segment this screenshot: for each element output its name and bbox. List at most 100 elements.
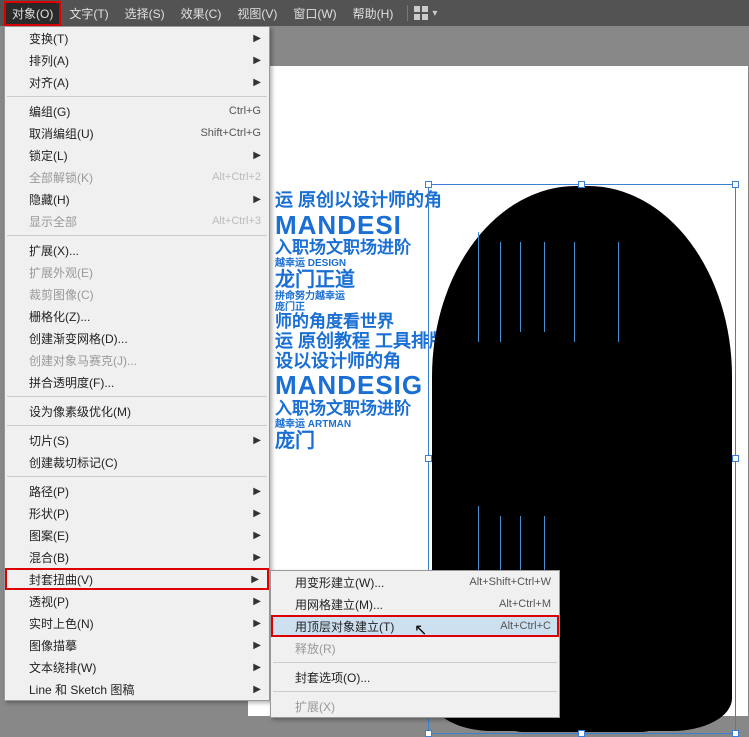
handle-bm[interactable] — [578, 730, 585, 737]
object-menu-item[interactable]: 设为像素级优化(M) — [5, 400, 269, 422]
menu-shortcut: Alt+Ctrl+2 — [212, 171, 261, 183]
object-menu-item[interactable]: 实时上色(N)▶ — [5, 612, 269, 634]
menu-label: 创建对象马赛克(J)... — [29, 352, 261, 369]
object-menu-item: 全部解锁(K) Alt+Ctrl+2 — [5, 166, 269, 188]
menu-view[interactable]: 视图(V) — [229, 1, 285, 26]
object-menu-item[interactable]: 对齐(A)▶ — [5, 71, 269, 93]
object-menu-item[interactable]: 图像描摹▶ — [5, 634, 269, 656]
menu-label: 扩展外观(E) — [29, 264, 261, 281]
handle-tl[interactable] — [425, 181, 432, 188]
menu-shortcut: Ctrl+G — [229, 105, 261, 117]
menu-shortcut: Alt+Ctrl+C — [500, 620, 551, 632]
menu-label: 编组(G) — [29, 103, 209, 120]
chevron-right-icon: ▶ — [253, 662, 261, 673]
guide-line — [544, 242, 545, 332]
guide-line — [520, 242, 521, 332]
object-menu-item[interactable]: 创建渐变网格(D)... — [5, 327, 269, 349]
object-menu-item: 创建对象马赛克(J)... — [5, 349, 269, 371]
menubar: 对象(O) 文字(T) 选择(S) 效果(C) 视图(V) 窗口(W) 帮助(H… — [0, 0, 749, 26]
workspace-icon[interactable] — [414, 6, 428, 20]
chevron-right-icon: ▶ — [251, 574, 259, 585]
handle-tr[interactable] — [732, 181, 739, 188]
envelope-menu-item[interactable]: 用变形建立(W)...Alt+Shift+Ctrl+W — [271, 571, 559, 593]
chevron-down-icon[interactable]: ▾ — [432, 8, 437, 19]
handle-tm[interactable] — [578, 181, 585, 188]
object-menu-item[interactable]: 形状(P)▶ — [5, 502, 269, 524]
chevron-right-icon: ▶ — [253, 77, 261, 88]
object-menu-item[interactable]: Line 和 Sketch 图稿▶ — [5, 678, 269, 700]
chevron-right-icon: ▶ — [253, 618, 261, 629]
object-menu-item[interactable]: 创建裁切标记(C) — [5, 451, 269, 473]
envelope-menu-item[interactable]: 用顶层对象建立(T) Alt+Ctrl+C — [271, 615, 559, 637]
menu-label: 路径(P) — [29, 483, 261, 500]
object-menu-item[interactable]: 图案(E)▶ — [5, 524, 269, 546]
separator — [407, 5, 408, 21]
object-menu-item[interactable]: 栅格化(Z)... — [5, 305, 269, 327]
menu-separator — [273, 662, 557, 663]
chevron-right-icon: ▶ — [253, 640, 261, 651]
menu-label: 变换(T) — [29, 30, 261, 47]
chevron-right-icon: ▶ — [253, 150, 261, 161]
menu-label: 裁剪图像(C) — [29, 286, 261, 303]
menu-type[interactable]: 文字(T) — [61, 1, 116, 26]
envelope-menu-item[interactable]: 用网格建立(M)...Alt+Ctrl+M — [271, 593, 559, 615]
menu-label: 混合(B) — [29, 549, 261, 566]
menu-label: 取消编组(U) — [29, 125, 180, 142]
menu-label: 用顶层对象建立(T) — [295, 618, 480, 635]
menu-label: 拼合透明度(F)... — [29, 374, 261, 391]
menu-label: 文本绕排(W) — [29, 659, 261, 676]
object-menu-item[interactable]: 取消编组(U) Shift+Ctrl+G — [5, 122, 269, 144]
menu-select[interactable]: 选择(S) — [117, 1, 173, 26]
guide-line — [574, 242, 575, 342]
object-menu-item[interactable]: 拼合透明度(F)... — [5, 371, 269, 393]
menu-shortcut: Alt+Shift+Ctrl+W — [469, 576, 551, 588]
menu-window[interactable]: 窗口(W) — [285, 1, 344, 26]
object-menu-item[interactable]: 变换(T)▶ — [5, 27, 269, 49]
menu-label: 栅格化(Z)... — [29, 308, 261, 325]
handle-ml[interactable] — [425, 455, 432, 462]
object-menu-item[interactable]: 混合(B)▶ — [5, 546, 269, 568]
menu-shortcut: Alt+Ctrl+M — [499, 598, 551, 610]
menu-help[interactable]: 帮助(H) — [345, 1, 402, 26]
menu-label: 创建渐变网格(D)... — [29, 330, 261, 347]
handle-br[interactable] — [732, 730, 739, 737]
menu-separator — [7, 396, 267, 397]
chevron-right-icon: ▶ — [253, 596, 261, 607]
guide-line — [500, 242, 501, 342]
menu-shortcut: Shift+Ctrl+G — [200, 127, 261, 139]
menu-separator — [7, 476, 267, 477]
menu-label: 扩展(X) — [295, 698, 551, 715]
menu-label: 创建裁切标记(C) — [29, 454, 261, 471]
menu-label: 切片(S) — [29, 432, 261, 449]
envelope-menu-item[interactable]: 封套选项(O)... — [271, 666, 559, 688]
object-menu-item[interactable]: 排列(A)▶ — [5, 49, 269, 71]
object-menu-item: 显示全部Alt+Ctrl+3 — [5, 210, 269, 232]
object-menu-item[interactable]: 透视(P)▶ — [5, 590, 269, 612]
object-menu-item[interactable]: 隐藏(H)▶ — [5, 188, 269, 210]
object-menu-item[interactable]: 文本绕排(W)▶ — [5, 656, 269, 678]
object-menu-item[interactable]: 切片(S)▶ — [5, 429, 269, 451]
handle-bl[interactable] — [425, 730, 432, 737]
object-menu-item[interactable]: 扩展(X)... — [5, 239, 269, 261]
handle-mr[interactable] — [732, 455, 739, 462]
menu-label: 封套扭曲(V) — [29, 571, 261, 588]
chevron-right-icon: ▶ — [253, 684, 261, 695]
menu-object[interactable]: 对象(O) — [4, 1, 61, 26]
menu-label: 图像描摹 — [29, 637, 261, 654]
envelope-menu-item: 释放(R) — [271, 637, 559, 659]
chevron-right-icon: ▶ — [253, 486, 261, 497]
menu-label: 透视(P) — [29, 593, 261, 610]
object-menu-dropdown: 变换(T)▶排列(A)▶对齐(A)▶编组(G)Ctrl+G取消编组(U)Shif… — [4, 26, 270, 701]
object-menu-item[interactable]: 锁定(L)▶ — [5, 144, 269, 166]
menu-label: 释放(R) — [295, 640, 551, 657]
object-menu-item[interactable]: 封套扭曲(V)▶ — [5, 568, 269, 590]
menu-label: 全部解锁(K) — [29, 169, 192, 186]
menu-effect[interactable]: 效果(C) — [173, 1, 230, 26]
menu-label: 锁定(L) — [29, 147, 261, 164]
chevron-right-icon: ▶ — [253, 33, 261, 44]
guide-line — [618, 242, 619, 342]
object-menu-item[interactable]: 路径(P)▶ — [5, 480, 269, 502]
object-menu-item[interactable]: 编组(G) Ctrl+G — [5, 100, 269, 122]
guide-line — [478, 232, 479, 342]
menu-shortcut: Alt+Ctrl+3 — [212, 215, 261, 227]
